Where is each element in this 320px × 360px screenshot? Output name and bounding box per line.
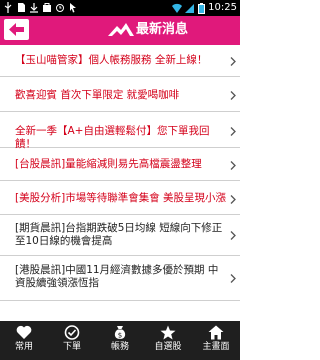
mountain-logo-icon <box>108 23 134 36</box>
chevron-right-icon <box>230 91 236 100</box>
tab-label: 常用 <box>14 342 33 352</box>
back-arrow-icon <box>9 23 24 36</box>
chevron-right-icon <box>230 57 236 66</box>
chevron-right-icon <box>230 127 236 136</box>
notification-icons <box>3 2 78 13</box>
news-item[interactable]: 【玉山喵管家】個人帳務服務 全新上線！ <box>0 45 240 77</box>
chevron-right-icon <box>230 231 236 240</box>
news-title: [美股分析]市場等待聯準會集會 美股呈現小漲 <box>15 192 227 204</box>
money-bag-icon: $ <box>114 326 126 340</box>
news-item[interactable]: [美股分析]市場等待聯準會集會 美股呈現小漲 <box>0 181 240 215</box>
wifi-icon <box>172 3 183 13</box>
tab-watchlist[interactable]: 自選股 <box>144 321 192 360</box>
tab-favorites[interactable]: 常用 <box>0 321 48 360</box>
tab-account[interactable]: $ 帳務 <box>96 321 144 360</box>
status-bar: 10:25 <box>0 0 240 16</box>
tab-label: 下單 <box>62 342 81 352</box>
news-item[interactable]: [期貨晨訊]台指期跌破5日均線 短線向下修正至10日線的機會提高 <box>0 215 240 256</box>
tab-label: 帳務 <box>110 342 129 352</box>
signal-icon <box>185 3 195 13</box>
svg-text:$: $ <box>118 332 122 340</box>
clock: 10:25 <box>208 2 237 13</box>
battery-icon <box>198 2 206 14</box>
news-item[interactable]: [港股晨訊]中國11月經濟數據多優於預期 中資股續強領漲恆指 <box>0 256 240 301</box>
news-item[interactable]: 全新一季【A+自由選輕鬆付】您下單我回饋！ <box>0 112 240 150</box>
tab-home[interactable]: 主畫面 <box>192 321 240 360</box>
download-icon <box>30 3 38 13</box>
news-title: 【玉山喵管家】個人帳務服務 全新上線！ <box>15 54 208 66</box>
system-indicators: 10:25 <box>172 2 237 14</box>
tab-label: 自選股 <box>154 342 182 352</box>
app-header: 最新消息 <box>0 16 240 45</box>
home-icon <box>208 325 224 340</box>
bottom-tab-bar: 常用 下單 $ 帳務 自選股 主畫面 <box>0 321 240 360</box>
news-title: [港股晨訊]中國11月經濟數據多優於預期 中資股續強領漲恆指 <box>15 264 219 289</box>
news-list: 【玉山喵管家】個人帳務服務 全新上線！ 歡喜迎賓 首次下單限定 就愛喝咖啡 全新… <box>0 45 240 321</box>
heart-icon <box>16 325 32 339</box>
chevron-right-icon <box>230 161 236 170</box>
cursor-icon <box>70 3 76 13</box>
news-title: [期貨晨訊]台指期跌破5日均線 短線向下修正至10日線的機會提高 <box>15 222 223 247</box>
tab-label: 主畫面 <box>202 342 230 352</box>
check-circle-icon <box>64 325 80 340</box>
chevron-right-icon <box>230 195 236 204</box>
page-title: 最新消息 <box>136 22 189 37</box>
sd-card-icon <box>18 3 25 12</box>
tab-order[interactable]: 下單 <box>48 321 96 360</box>
chevron-right-icon <box>230 274 236 283</box>
news-item[interactable]: [台股晨訊]量能縮減則易先高檔震盪整理 <box>0 148 240 181</box>
star-icon <box>160 325 176 340</box>
news-item[interactable]: 歡喜迎賓 首次下單限定 就愛喝咖啡 <box>0 77 240 112</box>
news-title: [台股晨訊]量能縮減則易先高檔震盪整理 <box>15 158 202 170</box>
news-title: 歡喜迎賓 首次下單限定 就愛喝咖啡 <box>15 89 180 101</box>
shopping-bag-icon <box>43 3 51 12</box>
alarm-icon <box>56 4 64 12</box>
back-button[interactable] <box>4 19 29 40</box>
usb-icon <box>4 2 12 13</box>
